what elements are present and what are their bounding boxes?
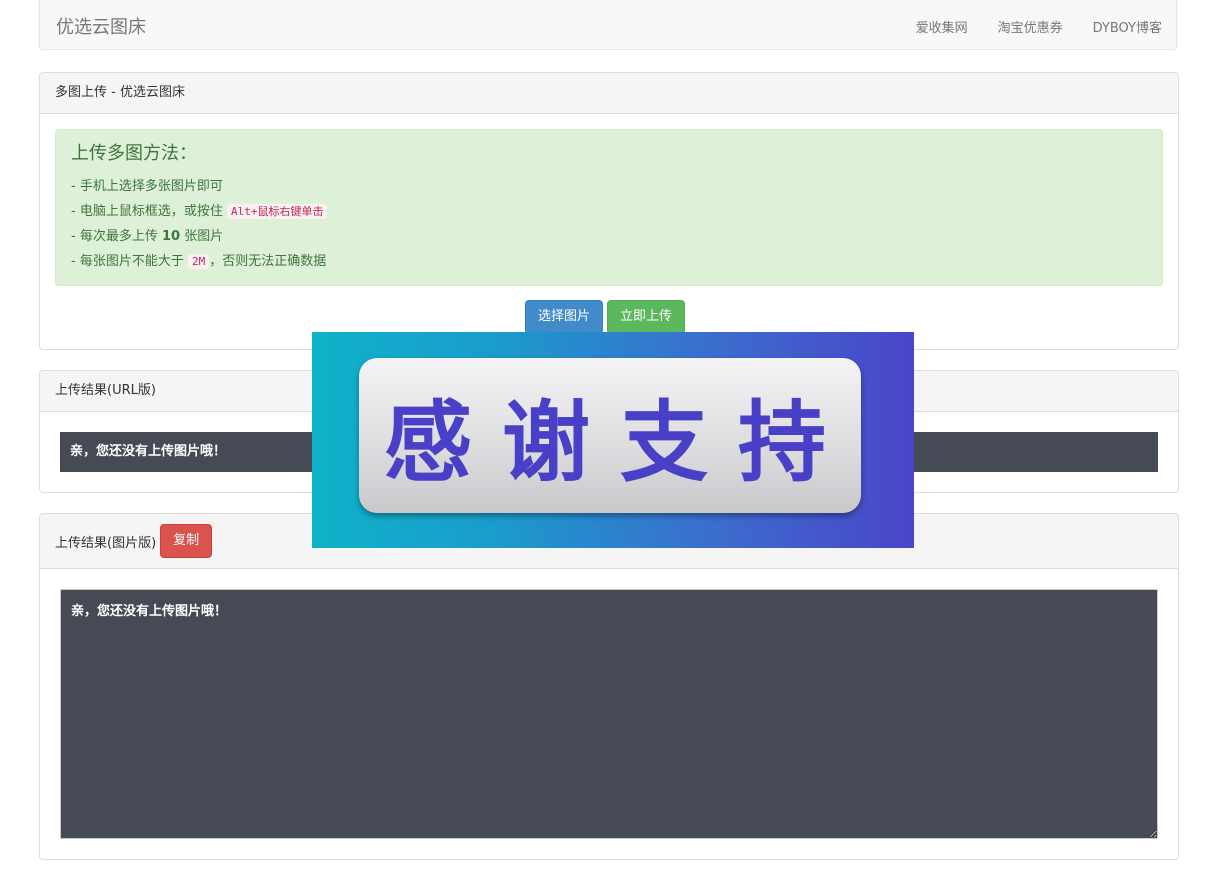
thanks-banner-plate: 感谢支持: [359, 358, 861, 513]
top-navbar: 优选云图床 爱收集网 淘宝优惠券 DYBOY博客: [39, 0, 1177, 50]
thanks-overlay-banner[interactable]: 感谢支持: [312, 332, 914, 548]
thanks-banner-text: 感谢支持: [383, 390, 856, 494]
upload-panel: 多图上传 - 优选云图床 上传多图方法： - 手机上选择多张图片即可 - 电脑上…: [39, 72, 1179, 350]
instruction-line-desktop: - 电脑上鼠标框选，或按住 Alt+鼠标右键单击: [71, 199, 1147, 224]
copy-button[interactable]: 复制: [160, 524, 213, 558]
instruction-max-count: 10: [161, 229, 181, 244]
upload-panel-heading: 多图上传 - 优选云图床: [40, 73, 1178, 114]
instruction-text: ，否则无法正确数据: [209, 254, 327, 269]
upload-button-row: 选择图片 立即上传: [525, 300, 686, 334]
upload-now-button[interactable]: 立即上传: [607, 300, 686, 334]
instruction-text: 张图片: [180, 229, 224, 244]
nav-links: 爱收集网 淘宝优惠券 DYBOY博客: [916, 17, 1162, 36]
image-result-panel: 上传结果(图片版) 复制 亲，您还没有上传图片哦！: [39, 513, 1179, 860]
nav-link-aishouji[interactable]: 爱收集网: [916, 17, 968, 36]
instruction-line-size: - 每张图片不能大于 2M ，否则无法正确数据: [71, 249, 1147, 274]
instruction-line-mobile: - 手机上选择多张图片即可: [71, 174, 1147, 199]
instruction-text: - 手机上选择多张图片即可: [71, 179, 223, 194]
instruction-text: - 电脑上鼠标框选，或按住: [71, 204, 227, 219]
nav-link-taobao-coupon[interactable]: 淘宝优惠券: [998, 17, 1063, 36]
instruction-text: - 每张图片不能大于: [71, 254, 188, 269]
select-images-button[interactable]: 选择图片: [525, 300, 604, 334]
brand-logo-link[interactable]: 优选云图床: [56, 13, 146, 39]
instructions-title: 上传多图方法：: [71, 143, 197, 164]
instruction-code-size: 2M: [187, 254, 210, 269]
image-result-heading-text: 上传结果(图片版): [55, 535, 157, 551]
nav-link-dyboy-blog[interactable]: DYBOY博客: [1093, 17, 1162, 36]
instruction-text: - 每次最多上传: [71, 229, 162, 244]
instruction-code-shortcut: Alt+鼠标右键单击: [226, 204, 328, 219]
instruction-line-limit: - 每次最多上传 10 张图片: [71, 224, 1147, 249]
upload-instructions-alert: 上传多图方法： - 手机上选择多张图片即可 - 电脑上鼠标框选，或按住 Alt+…: [55, 129, 1163, 286]
image-result-textarea[interactable]: 亲，您还没有上传图片哦！: [60, 589, 1158, 839]
